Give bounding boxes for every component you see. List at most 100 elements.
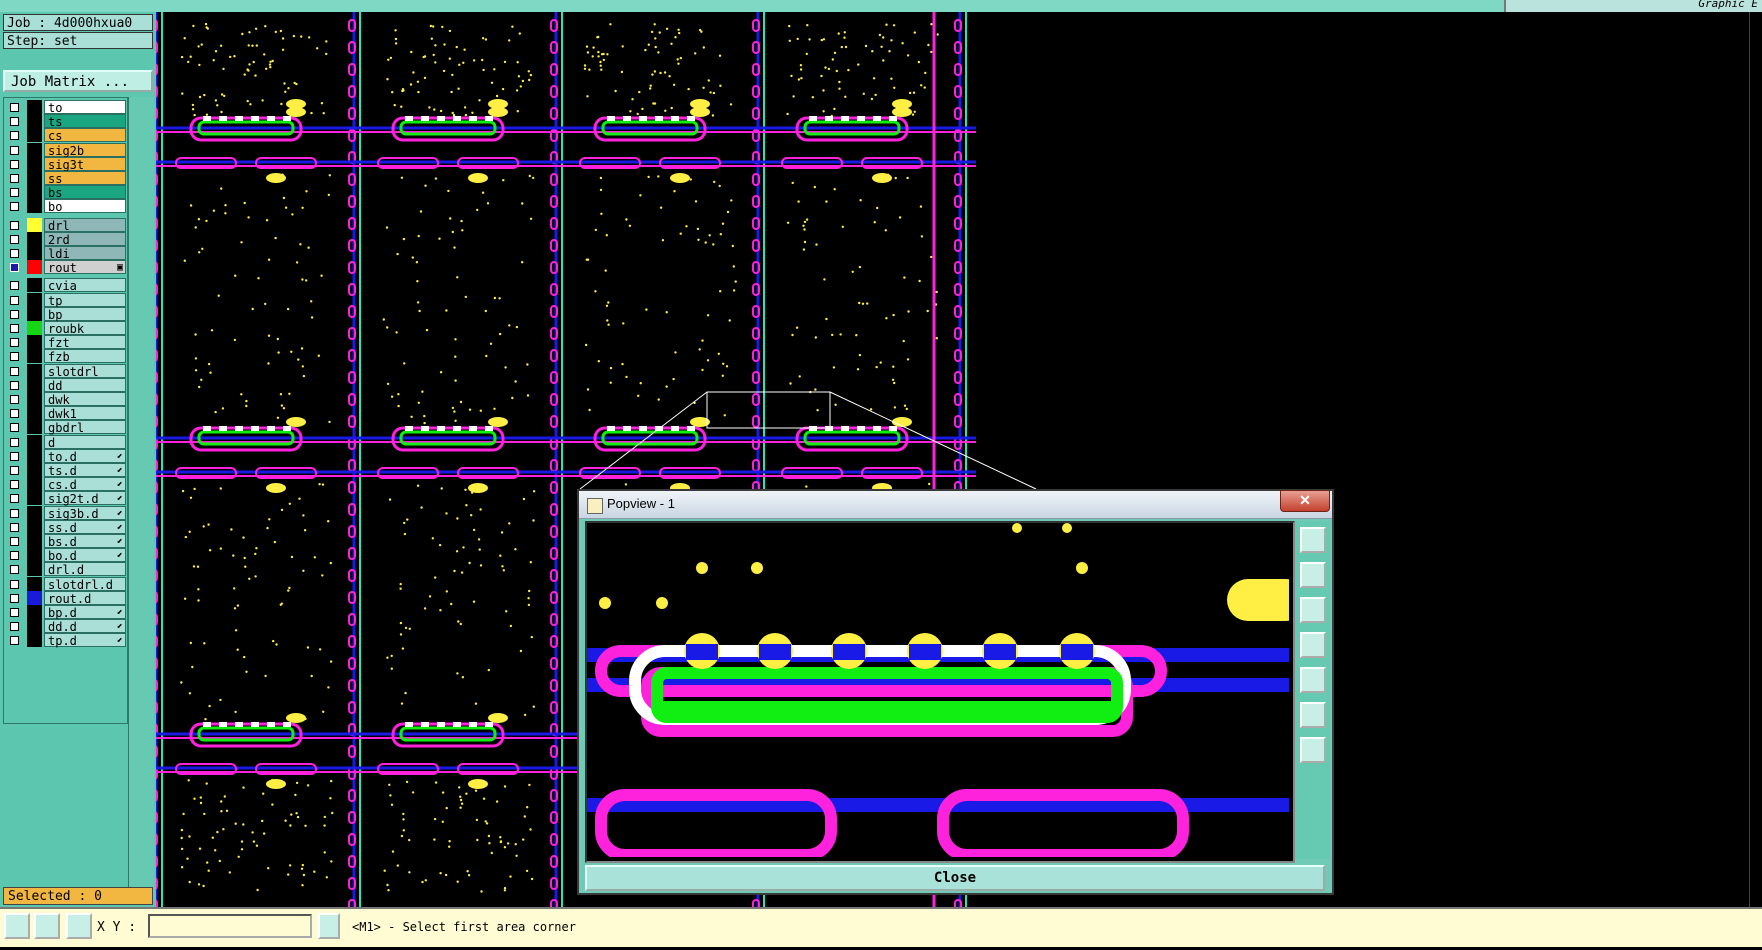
- layer-color-swatch[interactable]: [27, 156, 42, 171]
- layer-name[interactable]: rout.d: [44, 590, 126, 606]
- layer-name[interactable]: bp: [44, 306, 126, 322]
- close-icon[interactable]: ✕: [1280, 490, 1330, 512]
- layer-row-drl[interactable]: drl: [6, 217, 127, 233]
- popview-tool-down-icon[interactable]: [1300, 597, 1326, 623]
- layer-name[interactable]: dd: [44, 377, 126, 393]
- layer-checkbox[interactable]: [10, 263, 19, 273]
- layer-color-swatch[interactable]: [27, 448, 42, 463]
- layer-name[interactable]: cvia: [44, 278, 126, 293]
- layer-color-swatch[interactable]: [27, 321, 42, 335]
- layer-name[interactable]: bs.d ⬋: [44, 534, 126, 549]
- layer-checkbox[interactable]: [10, 579, 19, 589]
- layer-name[interactable]: drl: [44, 217, 126, 233]
- vertical-scrollbar[interactable]: [1749, 12, 1762, 907]
- measure-tool-icon[interactable]: [4, 913, 30, 939]
- layer-checkbox[interactable]: [10, 103, 19, 112]
- layer-name[interactable]: roubk: [44, 321, 126, 336]
- layer-checkbox[interactable]: [10, 295, 19, 305]
- layer-row-ss[interactable]: ss: [6, 171, 127, 186]
- layer-name[interactable]: fzb: [44, 349, 126, 364]
- layer-name[interactable]: fzt: [44, 335, 126, 350]
- layer-checkbox[interactable]: [10, 565, 19, 575]
- layer-row-dwk1[interactable]: dwk1: [6, 406, 127, 421]
- popview-close-button[interactable]: Close: [585, 865, 1325, 891]
- layer-checkbox[interactable]: [10, 324, 19, 333]
- layer-color-swatch[interactable]: [27, 377, 42, 392]
- layer-name[interactable]: tp: [44, 292, 126, 308]
- layer-row-gbdrl[interactable]: gbdrl: [6, 420, 127, 435]
- layer-color-swatch[interactable]: [27, 590, 42, 605]
- layer-name[interactable]: slotdrl: [44, 363, 126, 379]
- layer-name[interactable]: sig2t.d ⬋: [44, 491, 126, 506]
- layer-color-swatch[interactable]: [27, 142, 42, 157]
- layer-checkbox[interactable]: [10, 380, 19, 390]
- layer-checkbox[interactable]: [10, 366, 19, 376]
- layer-color-swatch[interactable]: [27, 519, 42, 534]
- layer-checkbox[interactable]: [10, 409, 19, 419]
- layer-row-sig3b.d[interactable]: sig3b.d ⬋: [6, 505, 127, 521]
- layer-checkbox[interactable]: [10, 395, 19, 404]
- layer-color-swatch[interactable]: [27, 217, 42, 232]
- layer-name[interactable]: drl.d: [44, 562, 126, 577]
- popview-tool-up-icon[interactable]: [1300, 562, 1326, 588]
- layer-checkbox[interactable]: [10, 622, 19, 632]
- layer-checkbox[interactable]: [10, 551, 19, 561]
- layer-list-scrollbar[interactable]: [128, 97, 154, 897]
- layer-color-swatch[interactable]: [27, 434, 42, 449]
- layer-color-swatch[interactable]: [27, 562, 42, 577]
- layer-row-sig3t[interactable]: sig3t: [6, 156, 127, 172]
- layer-checkbox[interactable]: [10, 234, 19, 244]
- layer-row-bo.d[interactable]: bo.d ⬋: [6, 548, 127, 563]
- layer-checkbox[interactable]: [10, 636, 19, 646]
- layer-row-sig2t.d[interactable]: sig2t.d ⬋: [6, 491, 127, 506]
- layer-row-rout[interactable]: rout ▣: [6, 260, 127, 275]
- layer-row-cs.d[interactable]: cs.d ⬋: [6, 477, 127, 492]
- layer-color-swatch[interactable]: [27, 278, 42, 293]
- layer-name[interactable]: bs: [44, 185, 126, 200]
- layer-color-swatch[interactable]: [27, 114, 42, 129]
- xy-input[interactable]: [148, 914, 312, 938]
- layer-checkbox[interactable]: [10, 508, 19, 518]
- layer-name[interactable]: sig3b.d ⬋: [44, 505, 126, 521]
- layer-row-dd.d[interactable]: dd.d ⬋: [6, 619, 127, 634]
- snap-tool-icon[interactable]: [34, 913, 60, 939]
- layer-color-swatch[interactable]: [27, 349, 42, 364]
- layer-checkbox[interactable]: [10, 281, 19, 291]
- layer-row-tp[interactable]: tp: [6, 292, 127, 308]
- layer-checkbox[interactable]: [10, 480, 19, 490]
- layer-color-swatch[interactable]: [27, 619, 42, 634]
- popview-zoomed-view[interactable]: [587, 523, 1293, 861]
- popview-tool-copy-icon[interactable]: [1300, 527, 1326, 553]
- layer-name[interactable]: sig2b: [44, 142, 126, 158]
- layer-checkbox[interactable]: [10, 202, 19, 212]
- layer-name[interactable]: sig3t: [44, 156, 126, 172]
- layer-checkbox[interactable]: [10, 593, 19, 603]
- popview-tool-right-icon[interactable]: [1300, 667, 1326, 693]
- layer-color-swatch[interactable]: [27, 185, 42, 200]
- layer-name[interactable]: d: [44, 434, 126, 450]
- layer-name[interactable]: cs.d ⬋: [44, 477, 126, 492]
- layer-row-tp.d[interactable]: tp.d ⬋: [6, 633, 127, 648]
- layer-color-swatch[interactable]: [27, 534, 42, 548]
- layer-row-dwk[interactable]: dwk: [6, 392, 127, 407]
- layer-checkbox[interactable]: [10, 437, 19, 447]
- layer-name[interactable]: dwk1: [44, 406, 126, 421]
- layer-color-swatch[interactable]: [27, 491, 42, 506]
- popview-tool-left-icon[interactable]: [1300, 632, 1326, 658]
- layer-name[interactable]: ldi: [44, 246, 126, 261]
- layer-color-swatch[interactable]: [27, 231, 42, 246]
- layer-checkbox[interactable]: [10, 249, 19, 258]
- popview-canvas[interactable]: [585, 521, 1295, 863]
- layer-checkbox[interactable]: [10, 145, 19, 155]
- layer-name[interactable]: gbdrl: [44, 420, 126, 435]
- layer-color-swatch[interactable]: [27, 100, 42, 114]
- layer-checkbox[interactable]: [10, 423, 19, 433]
- layer-color-swatch[interactable]: [27, 406, 42, 421]
- layer-row-drl.d[interactable]: drl.d: [6, 562, 127, 577]
- layer-color-swatch[interactable]: [27, 420, 42, 435]
- layer-name[interactable]: ss: [44, 171, 126, 186]
- layer-checkbox[interactable]: [10, 117, 19, 127]
- layer-checkbox[interactable]: [10, 309, 19, 319]
- layer-checkbox[interactable]: [10, 220, 19, 230]
- layer-name[interactable]: slotdrl.d: [44, 576, 126, 592]
